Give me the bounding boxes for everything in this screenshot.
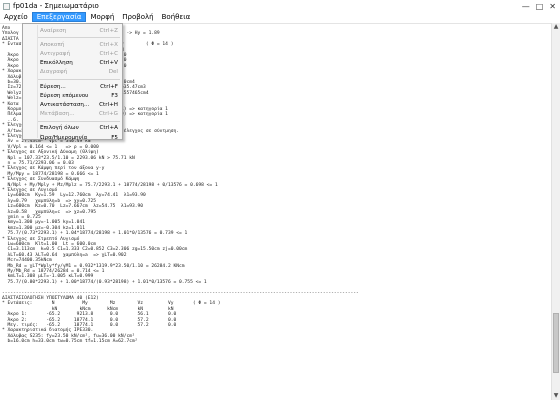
menu-item-label: Αντιγραφή [40,50,70,57]
scrollbar-thumb[interactable] [553,313,559,373]
menu-item-label: Εύρεση... [40,83,66,90]
scroll-down-icon[interactable]: ▼ [552,392,560,400]
menu-separator [38,79,120,80]
menu-file[interactable]: Αρχείο [0,12,32,22]
menu-item-label: Ώρα/Ημερομηνία [40,134,88,141]
window-controls: — □ ✕ [522,2,560,11]
menu-item-shortcut: Ctrl+F [100,83,118,90]
text-line: b=16.0cm h=33.0cm tw=0.75cm tf=1.15cm A=… [2,339,138,345]
menu-item-shortcut: Ctrl+X [99,41,118,48]
menu-item-label: Εύρεση επόμενου [40,92,89,99]
edit-menu-item[interactable]: Ώρα/Ημερομηνία F5 [23,133,122,142]
edit-menu-item[interactable]: Εύρεση... Ctrl+F [23,82,122,91]
menu-item-shortcut: Ctrl+V [99,60,118,67]
menu-separator [38,120,120,122]
scroll-up-icon[interactable]: ▲ [552,23,560,31]
menu-item-shortcut: Ctrl+H [99,101,118,108]
menu-bar: Αρχείο Επεξεργασία Μορφή Προβολή Βοήθεια [0,12,560,23]
menu-item-label: Αποκοπή [40,41,65,48]
edit-menu-item[interactable]: Αναίρεση Ctrl+Z [23,26,122,35]
edit-menu-item[interactable]: Επικόλληση Ctrl+V [23,59,122,68]
text-line: 75.7/(0.80*2293.1) + 1.00*18774/(0.93*28… [2,279,207,285]
maximize-button[interactable]: □ [536,2,544,11]
menu-edit[interactable]: Επεξεργασία [31,12,87,22]
title-bar: fp01da - Σημειωματάριο — □ ✕ [0,0,560,12]
vertical-scrollbar[interactable]: ▲ ▼ [551,23,560,400]
edit-menu-item[interactable]: Επιλογή όλων Ctrl+A [23,124,122,133]
menu-format[interactable]: Μορφή [86,12,118,22]
menu-item-shortcut: Ctrl+Z [99,27,118,34]
menu-item-shortcut: Del [108,69,118,76]
menu-item-shortcut: F3 [111,92,118,99]
menu-item-shortcut: F5 [111,134,118,141]
close-button[interactable]: ✕ [549,2,556,11]
menu-help[interactable]: Βοήθεια [158,12,195,22]
menu-item-label: Επιλογή όλων [40,125,79,132]
edit-menu-item[interactable]: Αντικατάσταση... Ctrl+H [23,100,122,109]
edit-menu-item[interactable]: Αντιγραφή Ctrl+C [23,49,122,58]
menu-item-shortcut: Ctrl+C [99,50,118,57]
menu-item-shortcut: Ctrl+A [99,125,118,132]
menu-item-label: Αναίρεση [40,27,67,34]
edit-menu-item[interactable]: Εύρεση επόμενου F3 [23,91,122,100]
edit-menu-item[interactable]: Αποκοπή Ctrl+X [23,40,122,49]
notepad-icon [3,2,10,10]
window-title: fp01da - Σημειωματάριο [13,2,99,10]
menu-item-label: Μετάβαση... [40,111,75,118]
menu-item-label: Επικόλληση [40,60,73,67]
menu-view[interactable]: Προβολή [118,12,157,22]
edit-menu-item[interactable]: Διαγραφή Del [23,68,122,77]
menu-separator [38,37,120,39]
menu-item-label: Διαγραφή [40,69,68,76]
edit-menu-dropdown: Αναίρεση Ctrl+Z Αποκοπή Ctrl+X Αντιγραφή Ctrl… [22,23,123,142]
minimize-button[interactable]: — [522,2,530,11]
menu-item-shortcut: Ctrl+G [99,111,118,118]
edit-menu-item[interactable]: Μετάβαση... Ctrl+G [23,110,122,119]
menu-item-label: Αντικατάσταση... [40,101,90,108]
